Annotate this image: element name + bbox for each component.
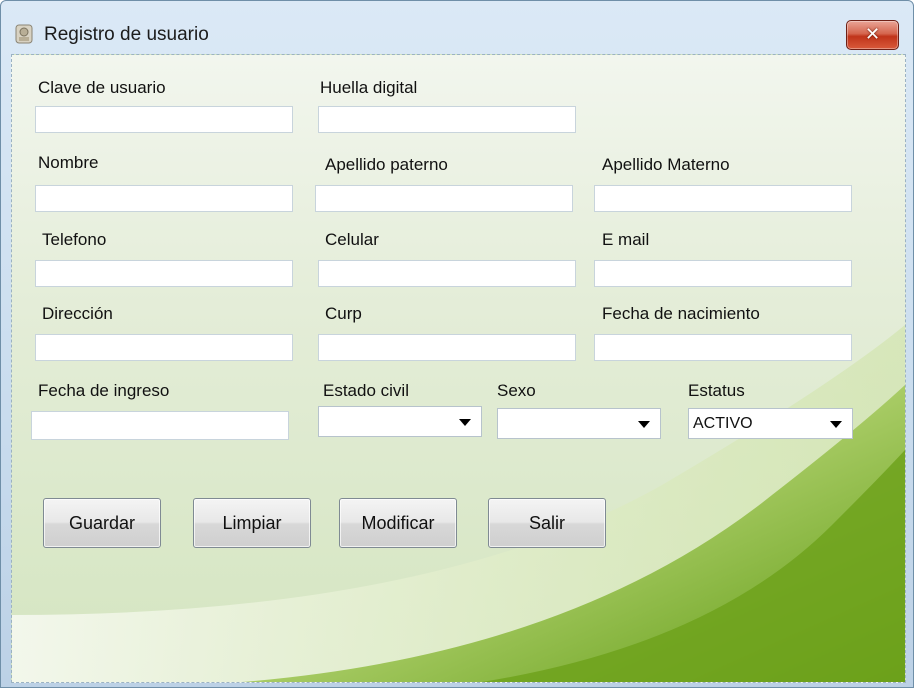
apellido-materno-input[interactable] bbox=[594, 185, 852, 212]
fecha-ingreso-label: Fecha de ingreso bbox=[38, 381, 170, 400]
apellido-materno-label: Apellido Materno bbox=[602, 155, 730, 174]
huella-label: Huella digital bbox=[320, 78, 418, 97]
nombre-input[interactable] bbox=[35, 185, 293, 212]
sexo-label: Sexo bbox=[497, 381, 536, 400]
celular-input[interactable] bbox=[318, 260, 576, 287]
estado-civil-label: Estado civil bbox=[323, 381, 409, 400]
celular-label: Celular bbox=[325, 230, 379, 249]
dropdown-arrow-icon bbox=[638, 421, 650, 428]
sexo-select[interactable] bbox=[497, 408, 661, 439]
apellido-paterno-label: Apellido paterno bbox=[325, 155, 448, 174]
modificar-button[interactable]: Modificar bbox=[339, 498, 457, 548]
limpiar-button[interactable]: Limpiar bbox=[193, 498, 311, 548]
salir-button[interactable]: Salir bbox=[488, 498, 606, 548]
huella-input[interactable] bbox=[318, 106, 576, 133]
form-area: Clave de usuario Huella digital Nombre A… bbox=[11, 54, 906, 683]
estatus-label: Estatus bbox=[688, 381, 745, 400]
fecha-nacimiento-label: Fecha de nacimiento bbox=[602, 304, 760, 323]
dropdown-arrow-icon bbox=[830, 421, 842, 428]
nombre-label: Nombre bbox=[38, 153, 99, 172]
curp-input[interactable] bbox=[318, 334, 576, 361]
app-icon bbox=[15, 24, 33, 44]
apellido-paterno-input[interactable] bbox=[315, 185, 573, 212]
title-bar: Registro de usuario ✕ bbox=[1, 1, 913, 53]
fecha-ingreso-input[interactable] bbox=[31, 411, 289, 440]
close-icon: ✕ bbox=[864, 24, 881, 45]
fecha-nacimiento-input[interactable] bbox=[594, 334, 852, 361]
guardar-button[interactable]: Guardar bbox=[43, 498, 161, 548]
curp-label: Curp bbox=[325, 304, 362, 323]
estado-civil-select[interactable] bbox=[318, 406, 482, 437]
close-button[interactable]: ✕ bbox=[846, 20, 899, 50]
estatus-value: ACTIVO bbox=[693, 415, 753, 432]
direccion-input[interactable] bbox=[35, 334, 293, 361]
email-label: E mail bbox=[602, 230, 650, 249]
dropdown-arrow-icon bbox=[459, 419, 471, 426]
clave-input[interactable] bbox=[35, 106, 293, 133]
clave-label: Clave de usuario bbox=[38, 78, 166, 97]
background-swoosh bbox=[12, 325, 905, 682]
telefono-input[interactable] bbox=[35, 260, 293, 287]
window-title: Registro de usuario bbox=[44, 24, 209, 45]
window: Registro de usuario ✕ Clave de usuario H… bbox=[0, 0, 914, 688]
direccion-label: Dirección bbox=[42, 304, 113, 323]
estatus-select[interactable]: ACTIVO bbox=[688, 408, 853, 439]
email-input[interactable] bbox=[594, 260, 852, 287]
telefono-label: Telefono bbox=[42, 230, 107, 249]
